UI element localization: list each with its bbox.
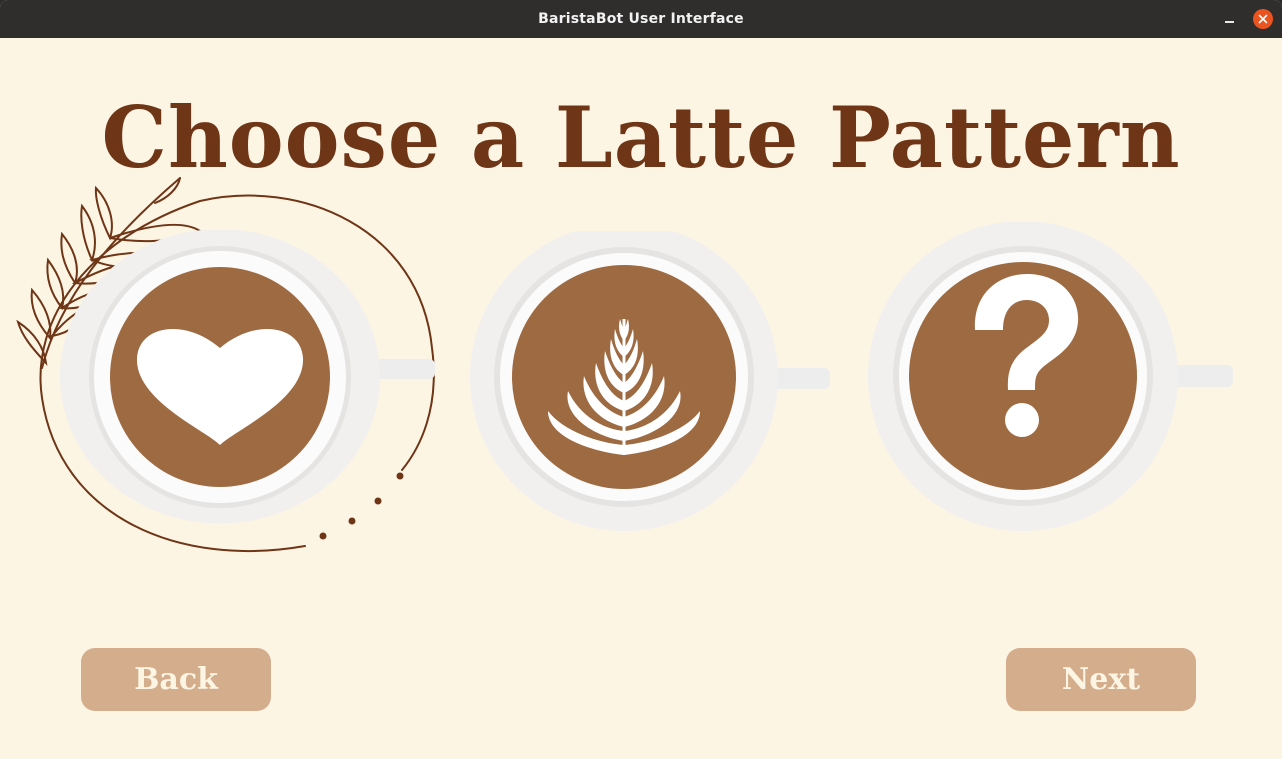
coffee-cup-icon [60, 230, 435, 524]
coffee-cup-icon [470, 231, 830, 531]
minimize-icon [1224, 21, 1234, 23]
page-title: Choose a Latte Pattern [101, 88, 1181, 187]
app-window: BaristaBot User Interface Choose a Latte… [0, 0, 1282, 759]
main-content: Choose a Latte Pattern Back Next [0, 38, 1282, 759]
next-button[interactable]: Next [1006, 648, 1196, 711]
minimize-button[interactable] [1219, 9, 1239, 29]
close-icon [1258, 14, 1268, 24]
back-button[interactable]: Back [81, 648, 271, 711]
coffee-cup-icon [868, 222, 1233, 531]
latte-option-heart[interactable] [55, 230, 440, 530]
window-title: BaristaBot User Interface [538, 11, 744, 27]
title-bar: BaristaBot User Interface [0, 0, 1282, 38]
latte-option-surprise[interactable] [865, 222, 1235, 532]
close-button[interactable] [1253, 9, 1273, 29]
latte-option-rosetta[interactable] [468, 231, 833, 531]
